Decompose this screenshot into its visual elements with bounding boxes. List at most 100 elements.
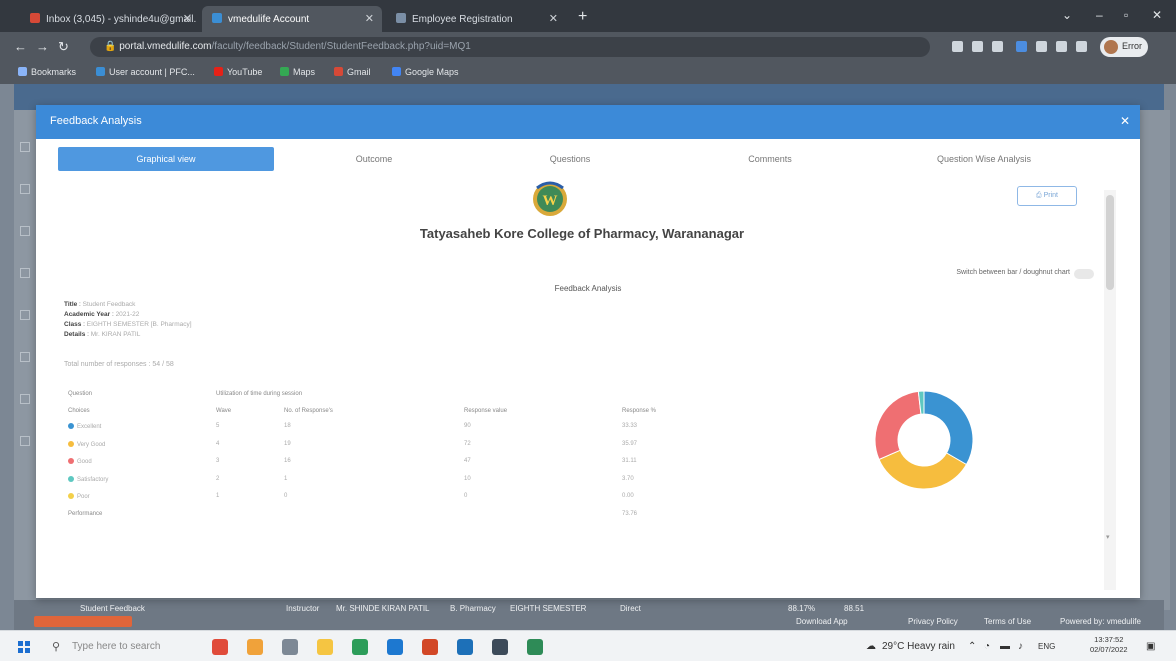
forward-icon[interactable]: → xyxy=(36,39,49,54)
file-explorer-icon[interactable] xyxy=(317,639,333,655)
clock[interactable]: 13:37:52 02/07/2022 xyxy=(1090,635,1128,655)
maximize-button[interactable]: ▫ xyxy=(1124,8,1128,22)
weather-text[interactable]: 29°C Heavy rain xyxy=(882,641,955,652)
bookmark-google-maps[interactable]: Google Maps xyxy=(392,67,459,77)
scroll-down-icon[interactable]: ▾ xyxy=(1106,533,1110,541)
response-count: 18 xyxy=(284,423,291,429)
checkbox[interactable] xyxy=(20,184,30,194)
checkbox[interactable] xyxy=(20,436,30,446)
reload-icon[interactable]: ↻ xyxy=(58,39,69,55)
terms-link[interactable]: Terms of Use xyxy=(984,617,1031,626)
url-input[interactable]: 🔒 portal.vmedulife.com/faculty/feedback/… xyxy=(90,37,930,57)
checkbox[interactable] xyxy=(20,268,30,278)
bookmark-label: Gmail xyxy=(347,67,371,77)
notification-icon[interactable]: ▣ xyxy=(1146,641,1155,652)
youtube-icon xyxy=(214,67,223,76)
close-icon[interactable]: ✕ xyxy=(365,12,374,25)
profile-button[interactable]: Error xyxy=(1100,37,1148,57)
tab-gmail[interactable]: Inbox (3,045) - yshinde4u@gmail. ✕ xyxy=(20,6,200,32)
meta-value: EIGHTH SEMESTER [B. Pharmacy] xyxy=(86,321,192,328)
bookmark-user-account[interactable]: User account | PFC... xyxy=(96,67,195,77)
zoom-icon[interactable] xyxy=(952,41,963,52)
donut-slice-excellent[interactable] xyxy=(923,390,974,466)
lock-icon: 🔒 xyxy=(104,41,120,52)
responses-value: 54 / 58 xyxy=(152,361,174,368)
extension-icon[interactable] xyxy=(1036,41,1047,52)
checkbox[interactable] xyxy=(20,226,30,236)
tab-employee-registration[interactable]: Employee Registration ✕ xyxy=(386,6,566,32)
tab-comments[interactable]: Comments xyxy=(700,147,840,171)
chart-type-toggle[interactable] xyxy=(1074,269,1094,279)
office-icon[interactable] xyxy=(422,639,438,655)
page-sidebar xyxy=(14,110,36,630)
print-button[interactable]: ⎙ Print xyxy=(1017,186,1077,206)
volume-icon[interactable]: ♪ xyxy=(1018,641,1023,652)
download-app-link[interactable]: Download App xyxy=(796,617,848,626)
choice-text: Excellent xyxy=(77,424,102,430)
chevron-down-icon[interactable]: ⌄ xyxy=(1062,8,1072,22)
response-value: 72 xyxy=(464,440,471,447)
language-indicator[interactable]: ENG xyxy=(1038,642,1055,651)
terminal-icon[interactable] xyxy=(492,639,508,655)
wave-value: 3 xyxy=(216,458,220,464)
browser-icon[interactable] xyxy=(527,639,543,655)
checkbox[interactable] xyxy=(20,394,30,404)
tab-question-wise-analysis[interactable]: Question Wise Analysis xyxy=(894,147,1074,171)
share-icon[interactable] xyxy=(972,41,983,52)
new-tab-button[interactable]: + xyxy=(578,8,587,26)
print-label: Print xyxy=(1043,192,1058,199)
battery-icon[interactable]: ▬ xyxy=(1000,641,1010,652)
tab-questions[interactable]: Questions xyxy=(500,147,640,171)
task-view-icon[interactable] xyxy=(282,639,298,655)
checkbox[interactable] xyxy=(20,310,30,320)
checkbox[interactable] xyxy=(20,352,30,362)
tab-vmedulife[interactable]: vmedulife Account ✕ xyxy=(202,6,382,32)
minimize-button[interactable]: – xyxy=(1096,8,1103,22)
privacy-link[interactable]: Privacy Policy xyxy=(908,617,958,626)
edge-icon[interactable] xyxy=(387,639,403,655)
back-icon[interactable]: ← xyxy=(14,39,27,54)
modal-header: Feedback Analysis ✕ xyxy=(36,105,1140,139)
cell: Direct xyxy=(620,604,641,613)
weather-icon[interactable]: ☁ xyxy=(866,641,876,652)
donut-slice-good[interactable] xyxy=(874,390,922,461)
close-icon[interactable]: ✕ xyxy=(549,12,558,25)
tab-graphical-view[interactable]: Graphical view xyxy=(58,147,274,171)
close-icon[interactable]: ✕ xyxy=(183,12,192,25)
bookmark-gmail[interactable]: Gmail xyxy=(334,67,371,77)
column-header: Response value xyxy=(464,408,508,414)
windows-start-button[interactable] xyxy=(18,641,30,653)
choice-label: Excellent xyxy=(68,423,101,430)
extension-icon[interactable] xyxy=(1016,41,1027,52)
clock-time: 13:37:52 xyxy=(1094,635,1124,644)
network-icon[interactable]: ◔ xyxy=(984,641,990,652)
star-icon[interactable] xyxy=(992,41,1003,52)
meta-label: Title xyxy=(64,301,78,308)
scrollbar-thumb[interactable] xyxy=(1106,195,1114,290)
snip-icon[interactable] xyxy=(212,639,228,655)
college-name: Tatyasaheb Kore College of Pharmacy, War… xyxy=(419,226,745,241)
app-icon[interactable] xyxy=(247,639,263,655)
response-count: 19 xyxy=(284,440,291,447)
sidepanel-icon[interactable] xyxy=(1076,41,1087,52)
close-icon[interactable]: ✕ xyxy=(1120,114,1130,128)
status-badge xyxy=(34,616,132,627)
tray-chevron-icon[interactable]: ⌃ xyxy=(968,641,976,652)
browser-tab-bar: Inbox (3,045) - yshinde4u@gmail. ✕ vmedu… xyxy=(0,0,1176,32)
checkbox[interactable] xyxy=(20,142,30,152)
wave-value: 4 xyxy=(216,440,220,447)
analysis-title: Feedback Analysis xyxy=(554,284,622,293)
outlook-icon[interactable] xyxy=(457,639,473,655)
wave-value: 5 xyxy=(216,423,220,429)
puzzle-icon[interactable] xyxy=(1056,41,1067,52)
window-close-button[interactable]: ✕ xyxy=(1152,8,1162,22)
chrome-icon[interactable] xyxy=(352,639,368,655)
tab-outcome[interactable]: Outcome xyxy=(304,147,444,171)
bookmark-maps[interactable]: Maps xyxy=(280,67,315,77)
bookmark-youtube[interactable]: YouTube xyxy=(214,67,262,77)
response-percent: 0.00 xyxy=(622,493,634,499)
choice-label: Poor xyxy=(68,493,90,500)
tab-label: Inbox (3,045) - yshinde4u@gmail. xyxy=(46,14,197,25)
taskbar-search[interactable]: ⚲ Type here to search xyxy=(44,634,194,658)
bookmark-bookmarks[interactable]: Bookmarks xyxy=(18,67,76,77)
